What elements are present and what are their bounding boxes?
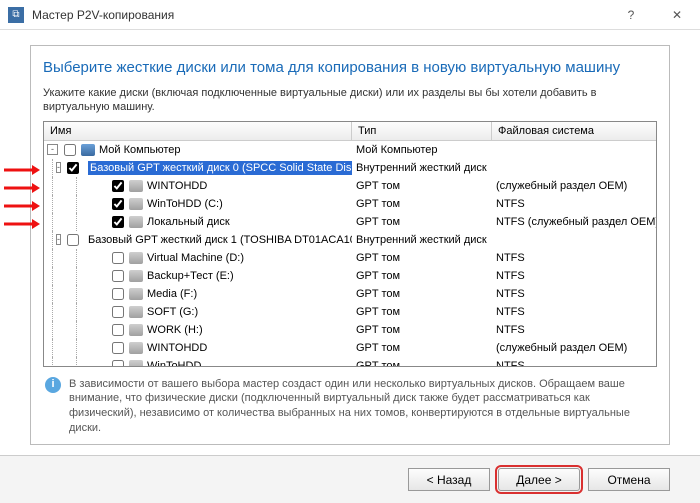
cell-type: Мой Компьютер xyxy=(352,144,492,156)
tree-checkbox[interactable] xyxy=(112,288,124,300)
window-title: Мастер P2V-копирования xyxy=(32,8,608,22)
tree-label: Мой Компьютер xyxy=(99,143,181,157)
col-fs[interactable]: Файловая система xyxy=(492,122,656,140)
col-type[interactable]: Тип xyxy=(352,122,492,140)
close-button[interactable]: ✕ xyxy=(654,0,700,30)
tree-label: WINTOHDD xyxy=(147,179,207,193)
wizard-page: Выберите жесткие диски или тома для копи… xyxy=(30,45,670,445)
cell-type: GPT том xyxy=(352,342,492,354)
tree-row[interactable]: - Базовый GPT жесткий диск 1 (TOSHIBA DT0… xyxy=(44,231,656,249)
cell-type: Внутренний жесткий диск xyxy=(352,234,492,246)
app-icon: ⧉ xyxy=(8,7,24,23)
next-button[interactable]: Далее > xyxy=(498,468,580,491)
tree-row[interactable]: WINTOHDD GPT том(служебный раздел OEM) xyxy=(44,339,656,357)
cell-type: GPT том xyxy=(352,270,492,282)
tree-label: WinToHDD (C:) xyxy=(147,197,223,211)
tree-checkbox[interactable] xyxy=(112,252,124,264)
cell-fs: NTFS xyxy=(492,198,656,210)
volume-icon xyxy=(129,288,143,300)
cell-type: GPT том xyxy=(352,198,492,210)
cell-type: GPT том xyxy=(352,324,492,336)
disk-tree-grid: Имя Тип Файловая система - Мой Компьютер М… xyxy=(43,121,657,367)
tree-row[interactable]: WinToHDD GPT томNTFS xyxy=(44,357,656,366)
cell-type: GPT том xyxy=(352,306,492,318)
volume-icon xyxy=(129,306,143,318)
tree-checkbox[interactable] xyxy=(67,162,79,174)
tree-label: Backup+Тест (E:) xyxy=(147,269,234,283)
cell-fs: NTFS (служебный раздел OEM) xyxy=(492,216,656,228)
cell-type: GPT том xyxy=(352,252,492,264)
cancel-button[interactable]: Отмена xyxy=(588,468,670,491)
tree-row[interactable]: WinToHDD (C:) GPT томNTFS xyxy=(44,195,656,213)
wizard-footer: < Назад Далее > Отмена xyxy=(0,455,700,503)
tree-checkbox[interactable] xyxy=(67,234,79,246)
tree-label: WINTOHDD xyxy=(147,341,207,355)
cell-fs: NTFS xyxy=(492,360,656,366)
cell-fs: NTFS xyxy=(492,288,656,300)
tree-expander[interactable]: - xyxy=(56,162,61,173)
tree-label: Virtual Machine (D:) xyxy=(147,251,244,265)
tree-checkbox[interactable] xyxy=(112,306,124,318)
cell-type: GPT том xyxy=(352,288,492,300)
computer-icon xyxy=(81,144,95,156)
tree-row[interactable]: WORK (H:) GPT томNTFS xyxy=(44,321,656,339)
tree-checkbox[interactable] xyxy=(112,360,124,366)
tree-label: Базовый GPT жесткий диск 1 (TOSHIBA DT01… xyxy=(88,233,352,247)
cell-type: Внутренний жесткий диск xyxy=(352,162,492,174)
tree-label: WORK (H:) xyxy=(147,323,203,337)
volume-icon xyxy=(129,198,143,210)
volume-icon xyxy=(129,180,143,192)
cell-fs: (служебный раздел OEM) xyxy=(492,342,656,354)
volume-icon xyxy=(129,252,143,264)
tree-label: Media (F:) xyxy=(147,287,197,301)
info-text: В зависимости от вашего выбора мастер со… xyxy=(69,377,655,436)
tree-label: WinToHDD xyxy=(147,359,201,366)
cell-type: GPT том xyxy=(352,180,492,192)
tree-expander[interactable]: - xyxy=(47,144,58,155)
tree-row[interactable]: WINTOHDD GPT том(служебный раздел OEM) xyxy=(44,177,656,195)
volume-icon xyxy=(129,324,143,336)
tree-label: Локальный диск xyxy=(147,215,230,229)
cell-fs: NTFS xyxy=(492,252,656,264)
cell-fs: NTFS xyxy=(492,306,656,318)
page-heading: Выберите жесткие диски или тома для копи… xyxy=(43,54,657,86)
tree-checkbox[interactable] xyxy=(112,342,124,354)
grid-header: Имя Тип Файловая система xyxy=(44,122,656,141)
volume-icon xyxy=(129,216,143,228)
tree-checkbox[interactable] xyxy=(112,270,124,282)
cell-fs: (служебный раздел OEM) xyxy=(492,180,656,192)
volume-icon xyxy=(129,342,143,354)
tree-row[interactable]: Локальный диск GPT томNTFS (служебный раз… xyxy=(44,213,656,231)
cell-type: GPT том xyxy=(352,360,492,366)
col-name[interactable]: Имя xyxy=(44,122,352,140)
info-box: i В зависимости от вашего выбора мастер … xyxy=(43,367,657,436)
tree-row[interactable]: SOFT (G:) GPT томNTFS xyxy=(44,303,656,321)
grid-body[interactable]: - Мой Компьютер Мой Компьютер - Базовый GPT … xyxy=(44,141,656,366)
cell-fs: NTFS xyxy=(492,270,656,282)
info-icon: i xyxy=(45,377,61,393)
tree-row[interactable]: Backup+Тест (E:) GPT томNTFS xyxy=(44,267,656,285)
help-button[interactable]: ? xyxy=(608,0,654,30)
tree-checkbox[interactable] xyxy=(112,216,124,228)
tree-checkbox[interactable] xyxy=(112,180,124,192)
tree-checkbox[interactable] xyxy=(112,198,124,210)
volume-icon xyxy=(129,270,143,282)
volume-icon xyxy=(129,360,143,366)
titlebar: ⧉ Мастер P2V-копирования ? ✕ xyxy=(0,0,700,30)
cell-type: GPT том xyxy=(352,216,492,228)
tree-expander[interactable]: - xyxy=(56,234,61,245)
page-subheading: Укажите какие диски (включая подключенны… xyxy=(43,86,657,121)
cell-fs: NTFS xyxy=(492,324,656,336)
tree-row[interactable]: - Мой Компьютер Мой Компьютер xyxy=(44,141,656,159)
tree-row[interactable]: - Базовый GPT жесткий диск 0 (SPCC Solid … xyxy=(44,159,656,177)
tree-label: Базовый GPT жесткий диск 0 (SPCC Solid S… xyxy=(88,161,352,175)
tree-row[interactable]: Media (F:) GPT томNTFS xyxy=(44,285,656,303)
tree-row[interactable]: Virtual Machine (D:) GPT томNTFS xyxy=(44,249,656,267)
tree-checkbox[interactable] xyxy=(112,324,124,336)
back-button[interactable]: < Назад xyxy=(408,468,490,491)
tree-label: SOFT (G:) xyxy=(147,305,198,319)
tree-checkbox[interactable] xyxy=(64,144,76,156)
